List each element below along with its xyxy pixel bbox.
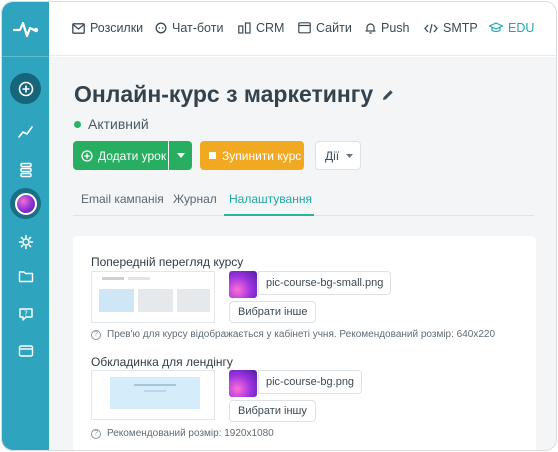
chevron-down-icon <box>176 153 185 158</box>
active-tab-indicator <box>224 214 314 216</box>
app-window: ? Розсилки Чат-боти CRM Сайти Push SMTP … <box>1 1 557 451</box>
svg-text:?: ? <box>24 309 28 317</box>
chat-bot-icon <box>155 22 167 34</box>
nav-item-websites[interactable]: Сайти <box>298 21 352 35</box>
chevron-down-icon <box>346 153 354 158</box>
trend-line-icon <box>17 125 33 138</box>
plus-circle-icon <box>81 149 93 162</box>
sidebar-item-wallet[interactable] <box>10 335 41 366</box>
tab-journal[interactable]: Журнал <box>173 192 217 206</box>
nav-item-label: Чат-боти <box>172 21 224 35</box>
edit-pencil-icon[interactable] <box>381 88 395 102</box>
stop-course-button[interactable]: Зупинити курс <box>200 141 304 170</box>
cover-hint-text: Рекомендований розмір: 1920x1080 <box>107 428 274 439</box>
cover-hint: ? Рекомендований розмір: 1920x1080 <box>91 428 274 439</box>
nav-item-label: EDU <box>508 21 535 35</box>
layers-icon <box>19 162 32 177</box>
sidebar: ? <box>2 2 49 450</box>
preview-hint-text: Прев'ю для курсу відображається у кабіне… <box>107 329 496 340</box>
sidebar-divider <box>2 56 49 57</box>
question-icon: ? <box>91 428 101 439</box>
stop-course-label: Зупинити курс <box>222 148 302 163</box>
mail-icon <box>72 22 85 34</box>
sidebar-item-profile[interactable] <box>10 188 41 219</box>
choose-cover-button[interactable]: Вибрати іншу <box>229 400 316 422</box>
preview-thumbnail <box>91 271 215 323</box>
gear-icon <box>18 234 33 249</box>
code-icon <box>424 23 438 33</box>
folder-icon <box>18 270 33 282</box>
page-title: Онлайн-курс з маркетингу <box>74 81 395 108</box>
bell-icon <box>365 23 376 34</box>
help-icon: ? <box>18 307 33 321</box>
sidebar-item-help[interactable]: ? <box>10 298 41 329</box>
nav-item-mailings[interactable]: Розсилки <box>72 21 143 35</box>
sidebar-item-files[interactable] <box>10 260 41 291</box>
sidebar-item-settings[interactable] <box>10 226 41 257</box>
status-badge: Активний <box>74 116 149 132</box>
add-lesson-label: Додати урок <box>98 148 167 163</box>
settings-card: Попередній перегляд курсу pic-course-bg-… <box>73 236 536 450</box>
status-text: Активний <box>88 116 149 132</box>
nav-item-crm[interactable]: CRM <box>238 21 284 35</box>
question-icon: ? <box>91 329 101 340</box>
top-navigation: Розсилки Чат-боти CRM Сайти Push SMTP ED… <box>49 2 556 56</box>
website-icon <box>298 22 311 34</box>
nav-item-edu[interactable]: EDU <box>489 21 534 35</box>
cover-image-thumb <box>229 370 257 397</box>
cover-file-name: pic-course-bg.png <box>258 370 363 394</box>
tabs: Email кампанія Журнал Налаштування <box>73 183 534 216</box>
add-lesson-dropdown[interactable] <box>169 141 192 170</box>
nav-item-smtp[interactable]: SMTP <box>424 21 478 35</box>
wallet-icon <box>18 344 33 357</box>
nav-item-label: Push <box>381 21 410 35</box>
cover-thumbnail <box>91 370 215 420</box>
nav-item-label: CRM <box>256 21 285 35</box>
nav-item-label: Сайти <box>316 21 352 35</box>
status-dot <box>74 120 81 128</box>
sidebar-item-layers[interactable] <box>10 154 41 185</box>
nav-item-label: SMTP <box>443 21 478 35</box>
crm-icon <box>238 22 251 34</box>
nav-item-label: Розсилки <box>90 21 144 35</box>
create-button[interactable] <box>10 73 41 104</box>
actions-dropdown[interactable]: Дії <box>315 141 361 170</box>
avatar <box>14 192 37 215</box>
tab-email-campaign[interactable]: Email кампанія <box>81 192 164 206</box>
actions-label: Дії <box>325 148 340 163</box>
add-lesson-button[interactable]: Додати урок <box>73 141 168 170</box>
nav-item-push[interactable]: Push <box>365 21 410 35</box>
cover-section-label: Обкладинка для лендінгу <box>91 355 233 369</box>
plus-circle-icon <box>18 81 33 96</box>
nav-item-chatbots[interactable]: Чат-боти <box>155 21 223 35</box>
preview-section-label: Попередній перегляд курсу <box>91 255 244 269</box>
sidebar-item-analytics[interactable] <box>10 116 41 147</box>
stop-icon <box>209 152 216 159</box>
preview-hint: ? Прев'ю для курсу відображається у кабі… <box>91 329 495 340</box>
tab-settings[interactable]: Налаштування <box>229 192 312 206</box>
course-title: Онлайн-курс з маркетингу <box>74 81 374 107</box>
preview-image-thumb <box>229 271 257 298</box>
graduation-cap-icon <box>489 22 503 33</box>
preview-file-name: pic-course-bg-small.png <box>258 271 392 295</box>
main-content: Онлайн-курс з маркетингу Активний Додати… <box>49 57 556 450</box>
choose-preview-button[interactable]: Вибрати інше <box>229 301 317 323</box>
logo-icon[interactable] <box>2 2 49 56</box>
